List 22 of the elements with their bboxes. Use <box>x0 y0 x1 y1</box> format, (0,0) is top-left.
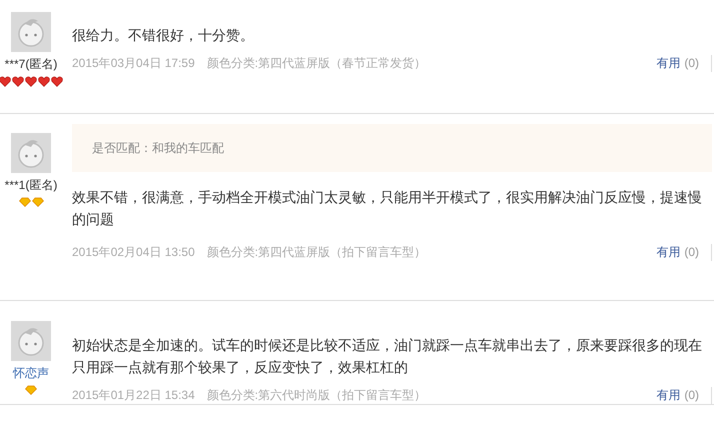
review-text: 初始状态是全加速的。试车的时候还是比较不适应，油门就踩一点车就串出去了，原来要踩很多的现在只用踩一点就有那个较果了，反应变快了，效果杠杠的 <box>72 336 703 377</box>
useful-count: (0) <box>684 388 699 402</box>
username: ***1(匿名) <box>4 177 58 194</box>
username[interactable]: 怀恋声 <box>13 365 49 382</box>
review-text: 很给力。不错很好，十分赞。 <box>72 26 255 45</box>
avatar-icon <box>11 321 51 361</box>
variant-info: 颜色分类:第四代蓝屏版（春节正常发货） <box>206 55 426 72</box>
review-text: 效果不错，很满意，手动档全开模式油门太灵敏，只能用半开模式了，很实用解决油门反应慢，提速慢的问题 <box>72 188 703 229</box>
useful-link[interactable]: 有用 <box>656 388 680 402</box>
review-date: 2015年01月22日 15:34 <box>72 387 195 404</box>
useful-count: (0) <box>684 245 699 259</box>
match-text: 是否匹配：和我的车匹配 <box>92 140 224 156</box>
useful-count: (0) <box>684 56 699 70</box>
review-date: 2015年03月04日 17:59 <box>72 55 195 72</box>
useful-link[interactable]: 有用 <box>656 245 680 259</box>
variant-info: 颜色分类:第六代时尚版（拍下留言车型） <box>206 387 426 404</box>
avatar-icon <box>11 133 51 173</box>
avatar-icon <box>11 12 51 52</box>
useful-link[interactable]: 有用 <box>656 56 680 70</box>
variant-info: 颜色分类:第四代蓝屏版（拍下留言车型） <box>206 244 426 261</box>
review-date: 2015年02月04日 13:50 <box>72 244 195 261</box>
username: ***7(匿名) <box>4 56 58 73</box>
